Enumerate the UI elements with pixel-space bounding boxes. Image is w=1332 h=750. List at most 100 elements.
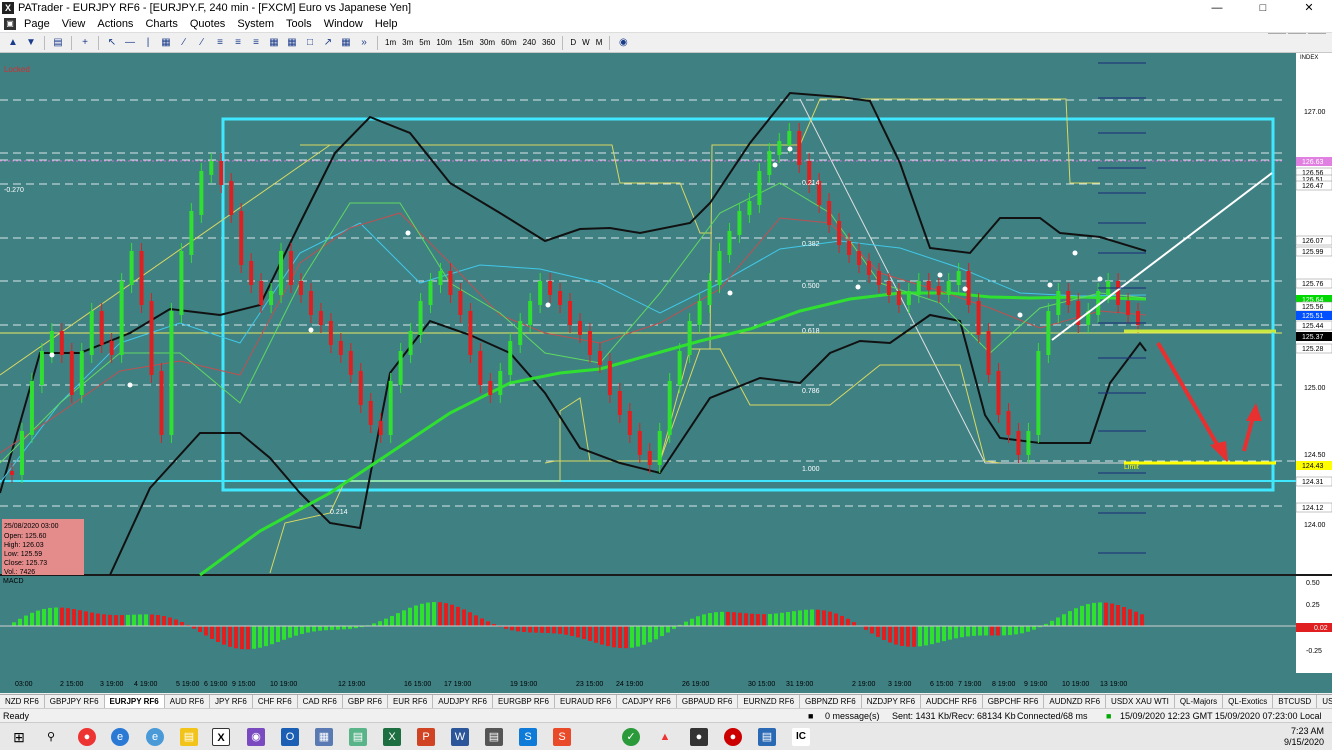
instrument-tab[interactable]: EURNZD RF6 [738,695,801,708]
instrument-tab[interactable]: JPY RF6 [210,695,253,708]
app-icon-dark[interactable]: ● [690,728,708,746]
app-icon-gray[interactable]: ▤ [485,728,503,746]
more-icon[interactable]: » [356,35,372,51]
instrument-tab[interactable]: USDX XAU WTI [1106,695,1175,708]
fib-time-icon[interactable]: ≡ [248,35,264,51]
fib-ext-icon[interactable]: ≡ [230,35,246,51]
tf-d[interactable]: D [567,35,579,51]
patrader-icon[interactable]: X [212,728,230,746]
main-pane[interactable] [0,53,1296,575]
instrument-tab[interactable]: GBPNZD RF6 [800,695,862,708]
menu-tools[interactable]: Tools [280,18,318,30]
app-icon-bird[interactable]: ▲ [656,728,674,746]
photos-icon[interactable]: ▤ [758,728,776,746]
crosshair-icon[interactable]: + [77,35,93,51]
macd-bar [264,626,268,647]
menu-page[interactable]: Page [18,18,56,30]
app-icon-s[interactable]: S [519,728,537,746]
app-icon-purple[interactable]: ◉ [247,728,265,746]
app-icon-red-s[interactable]: S [553,728,571,746]
fib-icon[interactable]: ≡ [212,35,228,51]
chrome-icon[interactable]: ● [78,728,96,746]
menu-quotes[interactable]: Quotes [184,18,231,30]
close-button[interactable]: ✕ [1286,0,1332,16]
menu-view[interactable]: View [56,18,92,30]
tf-3m[interactable]: 3m [399,35,416,51]
outlook-icon[interactable]: O [281,728,299,746]
menu-actions[interactable]: Actions [91,18,139,30]
app-icon-red-circle[interactable]: ● [724,728,742,746]
instrument-tab[interactable]: GBPJPY RF6 [45,695,105,708]
fractal-dot [1047,282,1053,288]
instrument-tab[interactable]: CHF RF6 [253,695,298,708]
pointer-icon[interactable]: ↖ [104,35,120,51]
instrument-tab[interactable]: CAD RF6 [298,695,343,708]
menu-charts[interactable]: Charts [139,18,183,30]
instrument-tab[interactable]: GBPAUD RF6 [677,695,739,708]
word-icon[interactable]: W [451,728,469,746]
tf-30m[interactable]: 30m [477,35,499,51]
menu-help[interactable]: Help [369,18,404,30]
channel-icon[interactable]: ∕ [194,35,210,51]
minimize-button[interactable]: — [1194,0,1240,16]
app-icon-green[interactable]: ▤ [349,728,367,746]
tf-5m[interactable]: 5m [416,35,433,51]
tf-w[interactable]: W [579,35,593,51]
delete-icon[interactable]: ▦ [338,35,354,51]
text-icon[interactable]: ▦ [284,35,300,51]
vertical-line-icon[interactable]: | [140,35,156,51]
chart-icon[interactable]: ▤ [50,35,66,51]
instrument-tab[interactable]: AUDCHF RF6 [921,695,983,708]
sell-icon[interactable]: ▼ [23,35,39,51]
maximize-button[interactable]: □ [1240,0,1286,16]
settings-icon[interactable]: ◉ [615,35,631,51]
powerpoint-icon[interactable]: P [417,728,435,746]
instrument-tab[interactable]: NZDJPY RF6 [862,695,922,708]
tf-10m[interactable]: 10m [433,35,455,51]
tf-60m[interactable]: 60m [498,35,520,51]
instrument-tab[interactable]: AUDNZD RF6 [1044,695,1107,708]
menu-window[interactable]: Window [318,18,369,30]
fractal-dot [1097,276,1103,282]
instrument-tab[interactable]: QL-Exotics [1223,695,1274,708]
instrument-tab[interactable]: GBP RF6 [343,695,388,708]
tf-m[interactable]: M [593,35,606,51]
trendline-icon[interactable]: ∕ [176,35,192,51]
instrument-tab[interactable]: NZD RF6 [0,695,45,708]
edge-icon[interactable]: e [111,728,129,746]
rect-icon[interactable]: □ [302,35,318,51]
arrow-icon[interactable]: ↗ [320,35,336,51]
tf-240[interactable]: 240 [520,35,539,51]
chart-area[interactable]: 0.214 0.382 0.500 0.618 0.786 1.000 0.214 127.0… [0,53,1332,693]
tf-360[interactable]: 360 [539,35,558,51]
calculator-icon[interactable]: ▦ [315,728,333,746]
windows-start-icon[interactable]: ⊞ [10,728,28,746]
instrument-tab[interactable]: GBPCHF RF6 [983,695,1045,708]
instrument-tab[interactable]: EURAUD RF6 [555,695,618,708]
instrument-tab[interactable]: EURGBP RF6 [493,695,555,708]
instrument-tab[interactable]: AUDJPY RF6 [433,695,493,708]
grid-icon[interactable]: ▦ [158,35,174,51]
gann-icon[interactable]: ▦ [266,35,282,51]
buy-icon[interactable]: ▲ [5,35,21,51]
app-icon-ic[interactable]: IC [792,728,810,746]
instrument-tab[interactable]: BTCUSD [1273,695,1318,708]
tf-1m[interactable]: 1m [382,35,399,51]
system-clock[interactable]: 7:23 AM 9/15/2020 [1284,726,1324,748]
instrument-tab[interactable]: CADJPY RF6 [617,695,677,708]
menu-system[interactable]: System [231,18,280,30]
fib-level-label: 0.214 [330,509,348,516]
instrument-tab[interactable]: USDX RF6 [1317,695,1332,708]
instrument-tab[interactable]: AUD RF6 [165,695,210,708]
instrument-tab[interactable]: EURJPY RF6 [104,695,165,708]
ie-icon[interactable]: e [146,728,164,746]
explorer-icon[interactable]: ▤ [180,728,198,746]
tf-15m[interactable]: 15m [455,35,477,51]
instrument-tab[interactable]: QL-Majors [1175,695,1224,708]
app-icon-circle-green[interactable]: ✓ [622,728,640,746]
price-chart[interactable]: 0.214 0.382 0.500 0.618 0.786 1.000 0.214 127.0… [0,53,1332,693]
instrument-tab[interactable]: EUR RF6 [388,695,434,708]
excel-icon[interactable]: X [383,728,401,746]
horizontal-line-icon[interactable]: — [122,35,138,51]
search-icon[interactable]: ⚲ [42,728,60,746]
